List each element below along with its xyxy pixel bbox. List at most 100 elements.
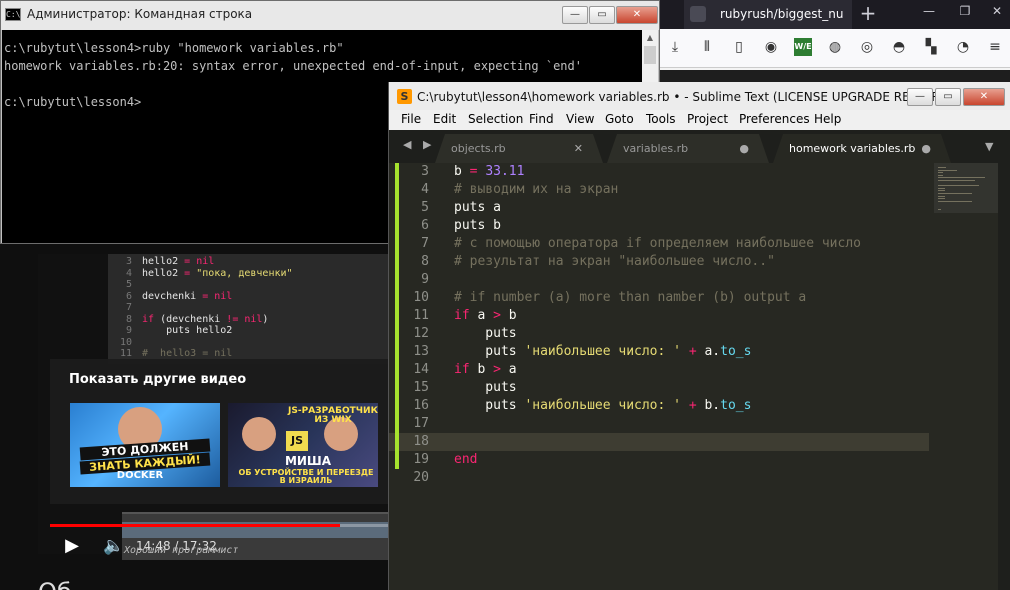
video-code-line: 8 if (devchenki != nil) [108,314,388,326]
video-code-line: 9 puts hello2 [108,325,388,337]
code-token: a [508,362,517,377]
video-player[interactable]: 3 hello2 = nil 4 hello2 = "пока, девченки" 5… [0,244,388,590]
video-thumbnail-wix[interactable]: JS-РАЗРАБОТЧИК ИЗ WIX JS МИША ОБ УСТРОЙС… [228,403,378,487]
code-line[interactable]: 6 puts b [389,217,929,235]
code-line[interactable]: 8 # результат на экран "наибольшее число.… [389,253,929,271]
thumbnail-caption: МИША [284,454,332,468]
video-code-line: 10 [108,337,388,349]
desktop: rubyrush/biggest_nu + — ❐ ✕ ⤓ ⫴ ▯ ◉ W/E … [0,0,1010,590]
code-line[interactable]: 10 # if number (a) more than namber (b) o… [389,289,929,307]
reader-icon[interactable]: ▯ [730,38,748,56]
sublime-text-window: S C:\rubytut\lesson4\homework variables.… [388,82,1010,590]
tab-variables-rb[interactable]: variables.rb ● [607,134,769,163]
addon-icon[interactable]: ◍ [826,38,844,56]
account-icon[interactable]: ◉ [762,38,780,56]
incognito-icon[interactable]: ◓ [890,38,908,56]
code-line[interactable]: 3b = 33.11 [389,163,929,181]
video-thumbnail-docker[interactable]: ЭТО ДОЛЖЕН ЗНАТЬ КАЖДЫЙ! DOCKER [70,403,220,487]
code-token: b. [704,398,721,413]
tab-modified-icon[interactable]: ● [739,134,749,163]
menu-edit[interactable]: Edit [433,112,456,126]
code-editor[interactable]: 20 19 end 18 17 16 puts 'наибольшее число: ' … [389,163,1010,590]
tab-label: homework variables.rb [789,142,916,155]
minimap[interactable] [934,163,998,590]
menu-help[interactable]: Help [814,112,841,126]
video-code-line: 6 devchenki = nil [108,291,388,303]
sublime-close-button[interactable]: ✕ [963,88,1005,106]
speed-dial-icon[interactable]: ◎ [858,38,876,56]
browser-maximize-button[interactable]: ❐ [950,0,980,22]
thumbnail-caption: ОБ УСТРОЙСТВЕ И ПЕРЕЕЗДЕ В ИЗРАИЛЬ [238,468,374,485]
video-code-screenshot: 3 hello2 = nil 4 hello2 = "пока, девченки" 5… [108,254,388,364]
browser-minimize-button[interactable]: — [914,0,944,22]
sublime-minimize-button[interactable]: — [907,88,933,106]
js-logo-icon: JS [286,431,308,451]
code-token: a [477,308,494,323]
cmd-scroll-thumb[interactable] [644,46,656,64]
tab-list-dropdown-icon[interactable]: ▼ [985,140,993,153]
tab-nav-arrows-icon[interactable]: ◀ ▶ [403,138,435,151]
minimap-line [938,172,944,174]
browser-tab[interactable]: rubyrush/biggest_nu [684,0,852,29]
code-line[interactable]: 17 [389,415,929,433]
code-line[interactable]: 18 [389,433,929,451]
tab-close-icon[interactable]: ✕ [574,134,583,163]
sublime-title: C:\rubytut\lesson4\homework variables.rb… [417,90,962,104]
menu-tools[interactable]: Tools [646,112,676,126]
menu-preferences[interactable]: Preferences [739,112,810,126]
code-token: nil [196,256,215,267]
code-token: b [508,308,517,323]
code-line[interactable]: 14 if b > a [389,361,929,379]
code-line[interactable]: 19 end [389,451,929,469]
new-tab-button[interactable]: + [856,0,880,29]
code-token: hello2 [142,267,185,279]
minimap-line [938,177,985,179]
volume-icon[interactable]: 🔈 [102,534,126,558]
scroll-up-icon[interactable]: ▲ [642,30,658,46]
extension-we-icon[interactable]: W/E [794,38,812,56]
menu-selection[interactable]: Selection [468,112,523,126]
cmd-close-button[interactable]: ✕ [616,6,658,24]
browser-window: rubyrush/biggest_nu + — ❐ ✕ ⤓ ⫴ ▯ ◉ W/E … [660,0,1010,70]
sublime-maximize-button[interactable]: ▭ [935,88,961,106]
cmd-titlebar[interactable]: C:\ Администратор: Командная строка — ▭ … [1,1,659,30]
browser-close-button[interactable]: ✕ [982,0,1010,22]
code-line[interactable]: 15 puts [389,379,929,397]
cmd-minimize-button[interactable]: — [562,6,588,24]
code-line[interactable]: 13 puts 'наибольшее число: ' + a.to_s [389,343,929,361]
code-line[interactable]: 12 puts [389,325,929,343]
menu-find[interactable]: Find [529,112,554,126]
code-line[interactable]: 7 # с помощью оператора if определяем наи… [389,235,929,253]
play-icon[interactable]: ▶ [60,534,84,558]
apps-icon[interactable]: ▚ [922,38,940,56]
code-line[interactable]: 16 puts 'наибольшее число: ' + b.to_s [389,397,929,415]
code-line[interactable]: 20 [389,469,929,487]
line-number: 11 [119,348,132,359]
line-number: 3 [125,256,132,267]
tab-homework-variables-rb[interactable]: homework variables.rb ● [773,134,951,163]
tab-modified-icon[interactable]: ● [921,134,931,163]
code-line[interactable]: 9 [389,271,929,289]
code-line[interactable]: 5 puts a [389,199,929,217]
video-progress-bar[interactable] [50,524,388,527]
cmd-maximize-button[interactable]: ▭ [589,6,615,24]
menu-project[interactable]: Project [687,112,728,126]
menu-goto[interactable]: Goto [605,112,634,126]
download-icon[interactable]: ⤓ [666,38,684,56]
github-icon [690,6,706,22]
console-line: homework variables.rb:20: syntax error, … [4,59,582,73]
code-token: a. [704,344,721,359]
code-token: 'наибольшее число: ' [524,344,689,359]
vpn-icon[interactable]: ◔ [954,38,972,56]
editor-scrollbar[interactable] [998,163,1010,590]
menu-icon[interactable]: ≡ [986,38,1004,56]
code-line[interactable]: 4 # выводим их на экран [389,181,929,199]
minimap-line [938,174,944,176]
sublime-titlebar[interactable]: S C:\rubytut\lesson4\homework variables.… [389,82,1010,110]
minimap-line [938,167,947,168]
code-line[interactable]: 11 if a > b [389,307,929,325]
menu-file[interactable]: File [401,112,421,126]
menu-view[interactable]: View [566,112,594,126]
tab-objects-rb[interactable]: objects.rb ✕ [435,134,603,163]
library-icon[interactable]: ⫴ [698,38,716,56]
